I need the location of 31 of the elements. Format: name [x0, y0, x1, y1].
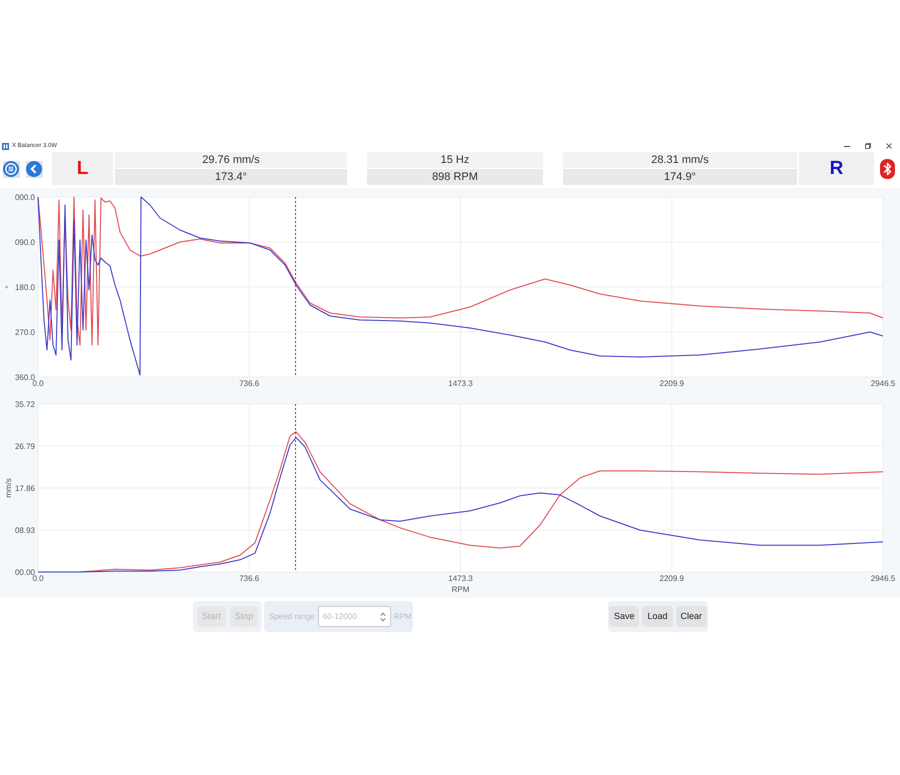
channel-letter: R [830, 159, 844, 178]
y-tick-label: 000.0 [14, 193, 35, 202]
x-tick-label: 0.0 [32, 574, 44, 583]
x-tick-label: 2209.9 [660, 574, 684, 583]
x-tick-label: 1473.3 [448, 574, 473, 583]
channel-letter: L [76, 159, 88, 178]
x-tick-label: 2946.5 [870, 574, 896, 583]
y-tick-label: 35.72 [14, 400, 35, 409]
x-tick-label: 736.6 [239, 379, 260, 388]
y-tick-label: 360.0 [14, 373, 35, 382]
y-tick-label: 00.00 [14, 568, 35, 577]
x-axis-title: RPM [452, 585, 470, 594]
y-tick-label: 270.0 [14, 328, 35, 337]
amplitude-reading: 28.31 mm/s [563, 152, 797, 168]
x-tick-label: 1473.3 [448, 379, 473, 388]
y-axis-title: mm/s [4, 478, 13, 498]
y-tick-label: 180.0 [14, 283, 35, 292]
x-tick-label: 736.6 [239, 574, 260, 583]
y-axis-title: ° [4, 285, 13, 289]
rpm-reading: 898 RPM [367, 169, 543, 185]
frequency-reading: 15 Hz [367, 152, 543, 168]
y-tick-label: 090.0 [14, 238, 35, 247]
y-tick-label: 08.93 [14, 526, 35, 535]
x-tick-label: 2946.5 [870, 379, 896, 388]
y-tick-label: 17.86 [14, 484, 35, 493]
phase-reading: 173.4° [115, 169, 347, 185]
x-tick-label: 2209.9 [660, 379, 684, 388]
amplitude-reading: 29.76 mm/s [115, 152, 347, 168]
y-tick-label: 26.79 [14, 442, 35, 451]
phase-reading: 174.9° [563, 169, 797, 185]
x-tick-label: 0.0 [32, 379, 44, 388]
